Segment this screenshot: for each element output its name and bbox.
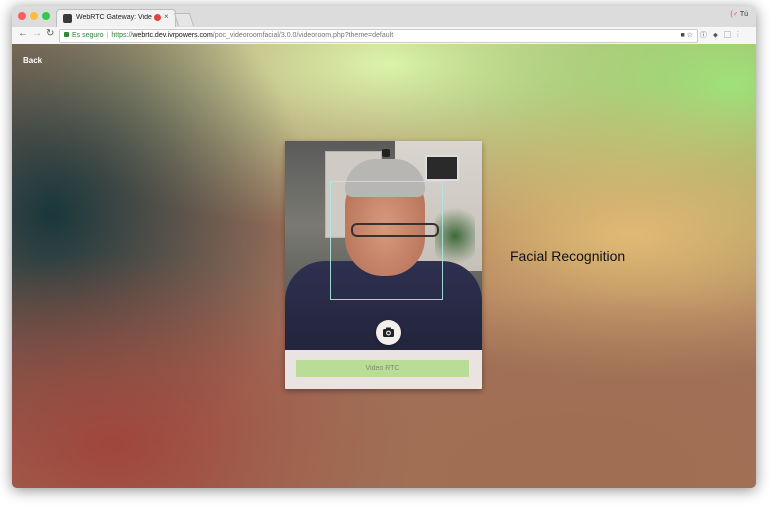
info-icon[interactable]: ⓘ [700, 32, 713, 39]
url-host: webrtc.dev.ivrpowers.com [132, 32, 213, 39]
favicon-icon [63, 14, 72, 23]
forward-arrow-icon[interactable]: → [32, 28, 42, 39]
camera-indicator-icon[interactable]: ■ [681, 32, 685, 39]
menu-icon[interactable]: ⋮ [737, 32, 745, 39]
secure-label: Es seguro [72, 32, 104, 39]
back-arrow-icon[interactable]: ← [18, 28, 28, 39]
separator: | [106, 32, 109, 39]
browser-toolbar: ← → ↻ Es seguro | https://webrtc.dev.ivrpo… [12, 27, 756, 45]
maximize-window-icon[interactable] [42, 12, 50, 20]
cast-icon[interactable]: ▢ [724, 32, 737, 39]
video-picture-frame [425, 155, 459, 181]
address-bar[interactable]: Es seguro | https://webrtc.dev.ivrpowers.c… [59, 29, 698, 43]
close-window-icon[interactable] [18, 12, 26, 20]
omnibox-icons: ■ ☆ [681, 30, 693, 42]
reload-icon[interactable]: ↻ [46, 28, 54, 39]
back-link[interactable]: Back [23, 56, 42, 65]
url-path: /poc_videoroomfacial/3.0.0/videoroom.php… [212, 32, 394, 39]
browser-window: WebRTC Gateway: Video Ro × (♂ Tú ← → ↻ E… [12, 6, 756, 488]
tab-title: WebRTC Gateway: Video Ro [76, 14, 152, 21]
recording-icon [154, 14, 161, 21]
profile-icon: (♂ [730, 11, 738, 18]
page-viewport: Back Video RTC Facial Recognition [12, 44, 756, 488]
minimize-window-icon[interactable] [30, 12, 38, 20]
extension-icon[interactable]: ⬥ [713, 32, 724, 39]
tab-strip: WebRTC Gateway: Video Ro × (♂ Tú [12, 6, 756, 28]
bookmark-star-icon[interactable]: ☆ [687, 32, 693, 39]
capture-camera-button[interactable] [376, 320, 401, 345]
browser-tab[interactable]: WebRTC Gateway: Video Ro × [56, 9, 176, 28]
page-title: Facial Recognition [510, 248, 626, 264]
tab-close-icon[interactable]: × [164, 12, 169, 21]
padlock-icon [382, 149, 390, 157]
profile-label: Tú [739, 11, 748, 18]
webcam-video [285, 141, 482, 350]
url-scheme: https:// [111, 32, 133, 39]
video-rtc-button[interactable]: Video RTC [296, 360, 469, 377]
face-detection-box [330, 181, 443, 300]
camera-icon [383, 327, 394, 337]
video-card: Video RTC [285, 141, 482, 389]
new-tab-button[interactable] [173, 13, 195, 26]
lock-icon [64, 32, 69, 37]
extension-icons: ⓘ⬥▢⋮ [700, 30, 745, 40]
profile-button[interactable]: (♂ Tú [730, 11, 748, 18]
